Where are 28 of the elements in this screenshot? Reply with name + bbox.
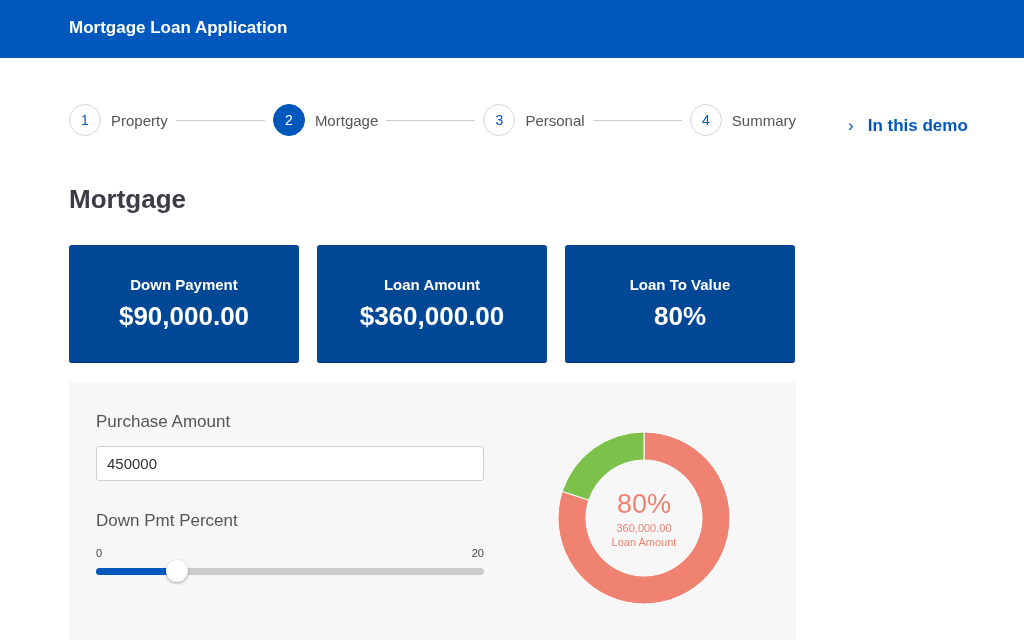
card-value: $90,000.00 [118, 300, 250, 332]
field-label: Purchase Amount [96, 412, 232, 432]
donut-percent: 80% [616, 488, 671, 520]
card-label: Down Payment [130, 275, 238, 293]
in-this-demo-link[interactable]: › In this demo [848, 116, 968, 136]
donut-caption: Loan Amount [611, 535, 677, 548]
card-label: Loan Amount [383, 275, 481, 293]
chevron-icon: › [848, 116, 854, 136]
step-label[interactable]: Property [111, 111, 168, 129]
donut-amount: 360,000.00 [616, 521, 672, 534]
step-number[interactable]: 4 [689, 104, 722, 136]
page-heading: Mortgage [69, 184, 187, 215]
app-title: Mortgage Loan Application [69, 18, 288, 38]
step-label[interactable]: Personal [525, 111, 585, 129]
step-number[interactable]: 2 [272, 104, 305, 136]
field-label: Down Pmt Percent [96, 511, 239, 531]
card-value: 80% [653, 300, 706, 332]
step-number[interactable]: 3 [483, 104, 516, 136]
purchase-amount-field[interactable]: 450000 [96, 446, 484, 481]
slider-max-label: 20 [471, 547, 484, 559]
step-number[interactable]: 1 [69, 104, 101, 136]
down-payment-slider[interactable] [96, 560, 484, 582]
step-label[interactable]: Summary [731, 111, 796, 129]
slider-thumb[interactable] [166, 560, 189, 582]
card-label: Loan To Value [629, 275, 731, 293]
step-label[interactable]: Mortgage [314, 111, 379, 129]
slider-min-label: 0 [96, 547, 103, 559]
card-value: $360,000.00 [359, 300, 505, 332]
